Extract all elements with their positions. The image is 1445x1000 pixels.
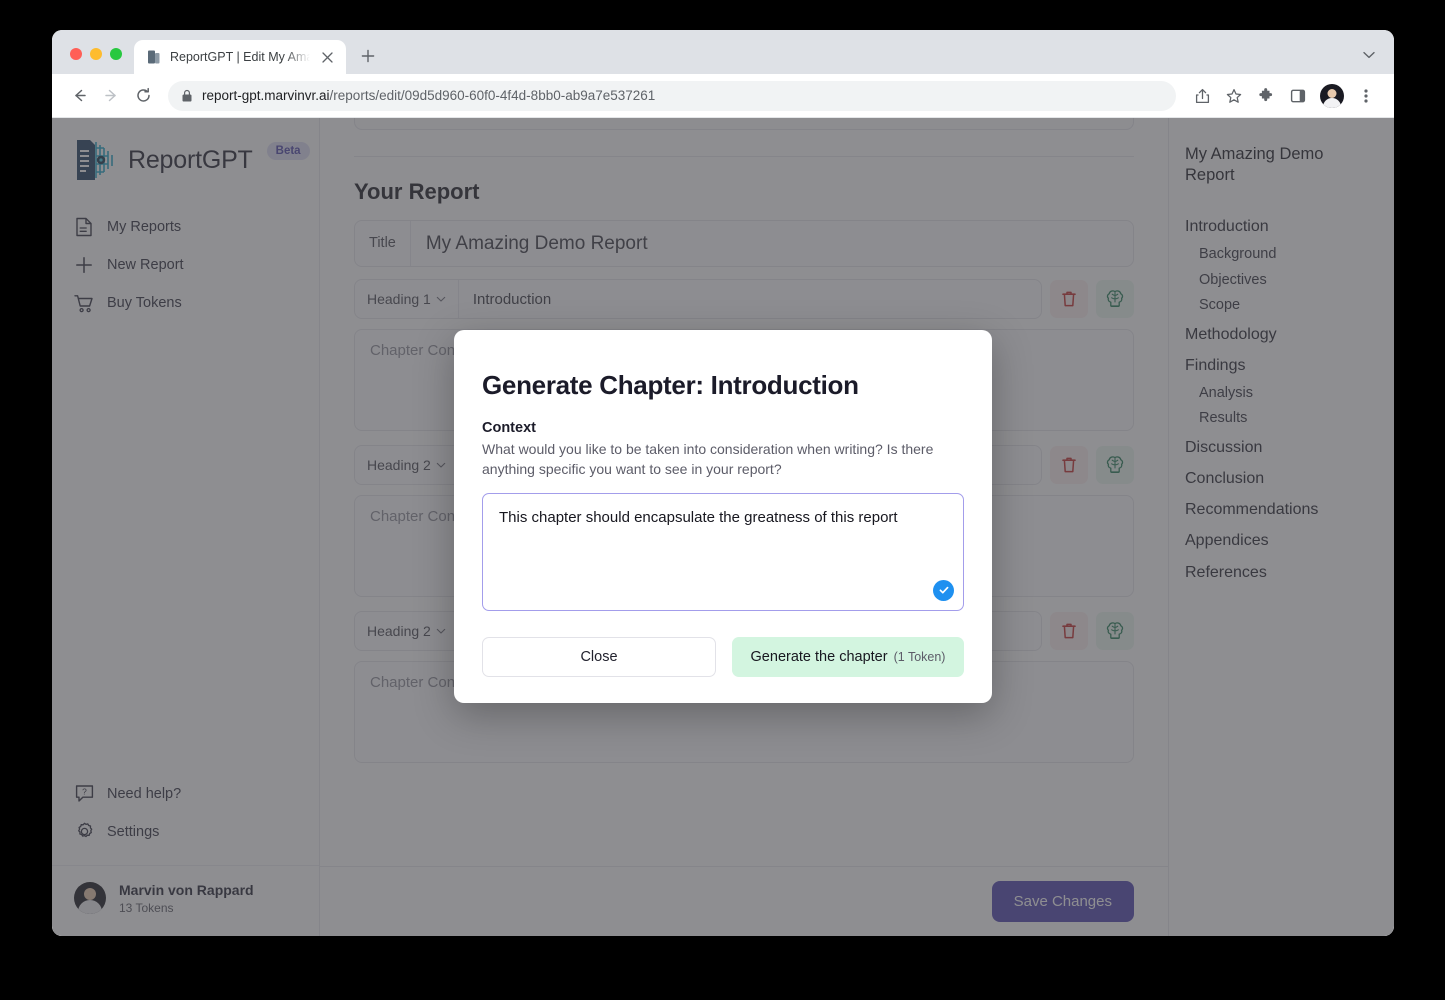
star-icon[interactable] [1220,82,1248,110]
minimize-window-button[interactable] [90,48,102,60]
lock-icon [181,89,193,103]
maximize-window-button[interactable] [110,48,122,60]
close-dialog-button[interactable]: Close [482,637,716,677]
puzzle-icon[interactable] [1252,82,1280,110]
page-viewport: ReportGPT Beta My Reports [52,118,1394,936]
dialog-actions: Close Generate the chapter (1 Token) [482,637,964,677]
modal-overlay[interactable]: Generate Chapter: Introduction Context W… [52,118,1394,936]
address-bar[interactable]: report-gpt.marvinvr.ai/reports/edit/09d5… [168,81,1176,111]
context-label: Context [482,420,964,436]
browser-window: ReportGPT | Edit My Amazing [52,30,1394,936]
context-help-text: What would you like to be taken into con… [482,439,964,480]
chevron-down-icon[interactable] [1358,44,1380,66]
url-path: /reports/edit/09d5d960-60f0-4f4d-8bb0-ab… [330,88,656,103]
check-circle-icon [933,580,954,601]
plus-icon [361,49,375,63]
browser-toolbar: report-gpt.marvinvr.ai/reports/edit/09d5… [52,74,1394,118]
generate-chapter-dialog: Generate Chapter: Introduction Context W… [454,330,992,703]
reportgpt-favicon-icon [146,49,162,65]
close-window-button[interactable] [70,48,82,60]
profile-avatar[interactable] [1320,84,1344,108]
side-panel-icon[interactable] [1284,82,1312,110]
share-icon[interactable] [1188,82,1216,110]
address-bar-url: report-gpt.marvinvr.ai/reports/edit/09d5… [202,88,655,103]
browser-tab-title: ReportGPT | Edit My Amazing [170,50,310,64]
context-textarea[interactable]: This chapter should encapsulate the grea… [482,493,964,611]
generate-button-label: Generate the chapter [751,649,888,665]
reload-icon[interactable] [128,81,158,111]
url-host: report-gpt.marvinvr.ai [202,88,330,103]
generate-the-chapter-button[interactable]: Generate the chapter (1 Token) [732,637,964,677]
generate-button-cost: (1 Token) [894,650,946,664]
browser-tab-strip: ReportGPT | Edit My Amazing [52,30,1394,74]
browser-tab[interactable]: ReportGPT | Edit My Amazing [134,40,346,74]
arrow-back-icon[interactable] [64,81,94,111]
new-tab-button[interactable] [354,42,382,70]
context-textarea-value: This chapter should encapsulate the grea… [499,507,947,528]
dialog-title: Generate Chapter: Introduction [482,370,964,401]
kebab-menu-icon[interactable] [1352,82,1380,110]
window-controls [52,48,134,74]
close-icon[interactable] [318,48,336,66]
arrow-forward-icon[interactable] [96,81,126,111]
